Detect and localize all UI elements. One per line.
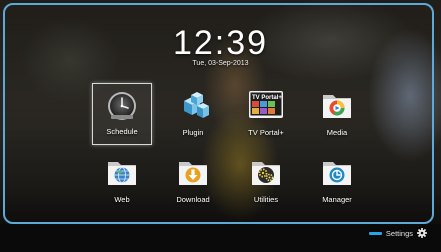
menu-tile-web[interactable]: Web [92, 150, 152, 212]
gears-icon [252, 162, 280, 185]
menu-label-media: Media [326, 128, 348, 137]
gear-icon [417, 228, 427, 238]
menu-tile-tv-portal[interactable]: TV Portal+ TV Portal+ [236, 83, 296, 145]
home-screen: 12:39 Tue, 03-Sep-2013 Schedule Plugin T… [0, 0, 441, 252]
menu-label-manager: Manager [322, 195, 352, 204]
menu-label-web: Web [114, 195, 130, 204]
menu-label-download: Download [176, 195, 210, 204]
settings-button[interactable]: Settings [368, 227, 427, 239]
tv-portal-icon: TV Portal+ [249, 91, 283, 118]
download-icon [179, 162, 207, 185]
tv-portal-badge: TV Portal+ [252, 95, 282, 101]
menu-label-utilities: Utilities [253, 195, 279, 204]
clock-date: Tue, 03-Sep-2013 [192, 60, 249, 67]
menu-tile-schedule[interactable]: Schedule [92, 83, 152, 145]
menu-tile-media[interactable]: Media [307, 83, 367, 145]
menu-tile-plugin[interactable]: Plugin [163, 83, 223, 145]
manager-icon [323, 162, 351, 185]
menu-tile-manager[interactable]: Manager [307, 150, 367, 212]
settings-accent-bar [368, 231, 382, 235]
media-player-icon [323, 95, 351, 118]
menu-label-plugin: Plugin [182, 128, 204, 137]
settings-label: Settings [385, 228, 413, 238]
menu-label-tv-portal: TV Portal+ [248, 128, 284, 137]
menu-label-schedule: Schedule [106, 127, 138, 136]
clock-time: 12:39 [172, 24, 269, 62]
menu-tile-utilities[interactable]: Utilities [236, 150, 296, 212]
blocks-icon [184, 92, 209, 118]
globe-icon [108, 162, 136, 185]
menu-tile-download[interactable]: Download [163, 150, 223, 212]
clock-icon [108, 92, 136, 120]
